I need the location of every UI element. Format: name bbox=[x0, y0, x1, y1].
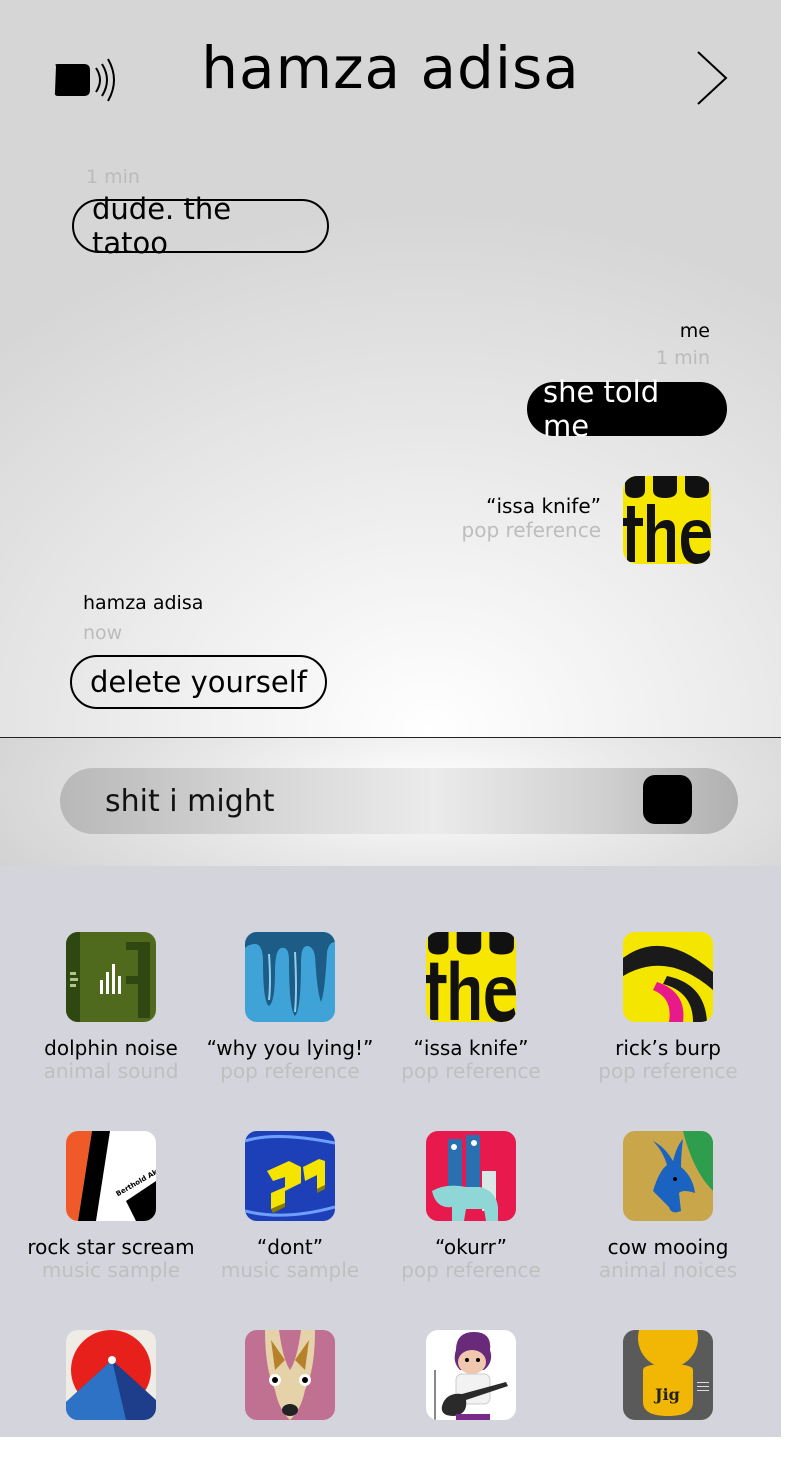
akzidenz-grotesk-art-icon: Berthold Akzidenz Grotesk bbox=[66, 1131, 156, 1221]
fish-poster-art-icon bbox=[66, 932, 156, 1022]
sticker-item[interactable] bbox=[195, 1330, 385, 1420]
sticker-item[interactable]: “dont” music sample bbox=[195, 1131, 385, 1282]
antelope-art-icon bbox=[623, 1131, 713, 1221]
conversation-title: hamza adisa bbox=[201, 34, 580, 102]
sticker-item[interactable]: Jig bbox=[573, 1330, 763, 1420]
sticker-item[interactable]: rick’s burp pop reference bbox=[573, 932, 763, 1083]
sticker-category: music sample bbox=[41, 1258, 181, 1282]
sticker-title: “okurr” bbox=[434, 1235, 508, 1259]
message-bubble-sent[interactable]: she told me bbox=[527, 375, 727, 443]
message-time: now bbox=[83, 622, 123, 644]
message-input[interactable] bbox=[60, 768, 738, 834]
sticker-item[interactable]: “okurr” pop reference bbox=[376, 1131, 566, 1282]
sticker-art-text: Jig bbox=[653, 1385, 680, 1404]
sticker-item[interactable]: dolphin noise animal sound bbox=[16, 932, 206, 1083]
guitar-player-art-icon bbox=[426, 1330, 516, 1420]
message-bubble-received[interactable]: dude. the tatoo bbox=[72, 192, 329, 260]
sticker-category: pop reference bbox=[598, 1059, 738, 1083]
sticker-title: cow mooing bbox=[607, 1235, 729, 1259]
blue-yellow-letters-art-icon bbox=[245, 1131, 335, 1221]
sticker-item[interactable]: cow mooing animal noices bbox=[573, 1131, 763, 1282]
sticker-title: “issa knife” bbox=[486, 494, 601, 518]
sticker-tray: dolphin noise animal sound “why you lyin… bbox=[0, 866, 781, 1437]
jig-yellow-art-icon: Jig bbox=[623, 1330, 713, 1420]
sticker-title: “why you lying!” bbox=[206, 1036, 374, 1060]
sticker-category: pop reference bbox=[461, 518, 601, 542]
sticker-category: music sample bbox=[220, 1258, 360, 1282]
chat-area: hamza adisa 1 min dude. the tatoo me 1 m… bbox=[0, 0, 781, 738]
llamas-art-icon bbox=[426, 1131, 516, 1221]
message-time: 1 min bbox=[86, 166, 140, 188]
sticker-title: rock star scream bbox=[27, 1235, 195, 1259]
sticker-category: pop reference bbox=[220, 1059, 360, 1083]
sticker-item[interactable] bbox=[376, 1330, 566, 1420]
message-sender: me bbox=[679, 320, 710, 342]
sticker-category: pop reference bbox=[401, 1258, 541, 1282]
sticker-title: “dont” bbox=[256, 1235, 324, 1259]
sticker-category: animal noices bbox=[598, 1258, 738, 1282]
sticker-category: pop reference bbox=[401, 1059, 541, 1083]
sticker-item[interactable]: Berthold Akzidenz Grotesk rock star scre… bbox=[16, 1131, 206, 1282]
sticker-title: rick’s burp bbox=[615, 1036, 721, 1060]
phone-screen: hamza adisa 1 min dude. the tatoo me 1 m… bbox=[0, 0, 781, 1437]
message-bubble-received[interactable]: delete yourself bbox=[70, 655, 327, 709]
send-button[interactable] bbox=[643, 775, 692, 824]
sticker-title: dolphin noise bbox=[44, 1036, 178, 1060]
sticker-item[interactable]: “issa knife” pop reference bbox=[376, 932, 566, 1083]
yellow-swirl-art-icon bbox=[623, 932, 713, 1022]
composer-bar bbox=[0, 738, 781, 866]
giraffe-face-art-icon bbox=[245, 1330, 335, 1420]
the-album-art-icon bbox=[426, 932, 516, 1022]
sticker-category: animal sound bbox=[43, 1059, 179, 1083]
message-time: 1 min bbox=[656, 347, 710, 369]
the-album-art-icon[interactable] bbox=[623, 476, 711, 564]
sticker-title: “issa knife” bbox=[413, 1036, 529, 1060]
message-sender: hamza adisa bbox=[83, 592, 204, 614]
red-blue-shapes-art-icon bbox=[66, 1330, 156, 1420]
sticker-item[interactable]: “why you lying!” pop reference bbox=[195, 932, 385, 1083]
chevron-right-icon[interactable] bbox=[690, 48, 730, 108]
blue-drips-art-icon bbox=[245, 932, 335, 1022]
sticker-item[interactable] bbox=[16, 1330, 206, 1420]
